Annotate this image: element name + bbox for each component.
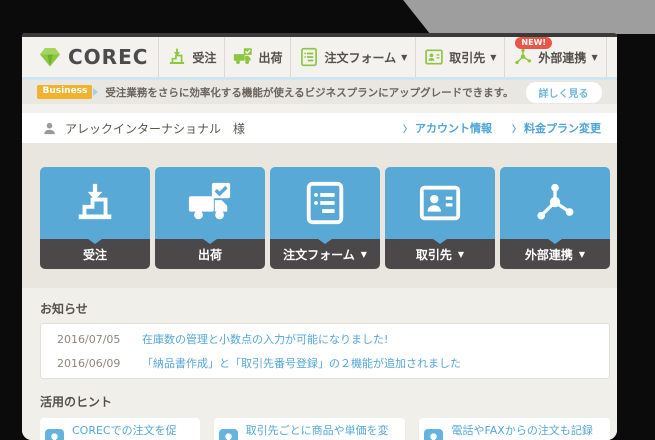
plan-change-label: 料金プラン変更 bbox=[524, 122, 601, 135]
chevron-down-icon: ▼ bbox=[591, 52, 598, 62]
news-date: 2016/07/05 bbox=[57, 332, 121, 346]
tile-shipping-top bbox=[155, 167, 265, 239]
main-content: 受注 出荷 注文フォーム ▼ 取引先 ▼ 外部連携 ▼ お知らせ 2016/07… bbox=[22, 143, 617, 440]
tile-label: 取引先 bbox=[415, 247, 452, 262]
chevron-down-icon: ▼ bbox=[457, 249, 465, 259]
contact-card-icon bbox=[424, 47, 444, 67]
logo-text: COREC bbox=[68, 45, 149, 69]
corec-gem-icon bbox=[38, 45, 62, 69]
order-form-icon bbox=[302, 180, 348, 226]
hint-card-phone-fax-orders[interactable]: 電話やFAXからの注文も記録したい bbox=[419, 418, 610, 440]
news-link[interactable]: 在庫数の管理と小数点の入力が可能になりました! bbox=[142, 331, 388, 347]
top-navigation-bar: COREC 受注 出荷 注文フォーム ▼ 取引先 ▼ NEW! 外部連携 ▼ bbox=[22, 37, 617, 80]
tile-partners[interactable]: 取引先 ▼ bbox=[385, 167, 495, 269]
tile-partners-top bbox=[385, 167, 495, 239]
chevron-down-icon: ▼ bbox=[490, 52, 497, 62]
divider-strip bbox=[22, 104, 617, 113]
tile-external-integration-top bbox=[500, 167, 610, 239]
feature-tiles: 受注 出荷 注文フォーム ▼ 取引先 ▼ 外部連携 ▼ bbox=[22, 143, 617, 269]
hint-card-promote-orders[interactable]: CORECでの注文を促したい bbox=[40, 418, 200, 440]
app-window: COREC 受注 出荷 注文フォーム ▼ 取引先 ▼ NEW! 外部連携 ▼ B… bbox=[22, 33, 617, 440]
news-box: 2016/07/05 在庫数の管理と小数点の入力が可能になりました! 2016/… bbox=[40, 323, 610, 379]
tile-orders-label-bar: 受注 bbox=[40, 239, 150, 269]
news-date: 2016/06/09 bbox=[57, 356, 121, 370]
hint-label: 電話やFAXからの注文も記録したい bbox=[451, 424, 593, 437]
lightbulb-icon bbox=[424, 428, 444, 440]
news-section-title: お知らせ bbox=[40, 302, 88, 316]
account-person-icon bbox=[42, 121, 57, 136]
lower-section: お知らせ 2016/07/05 在庫数の管理と小数点の入力が可能になりました! … bbox=[22, 288, 617, 440]
nav-label: 注文フォーム bbox=[324, 50, 397, 65]
nav-item-orders[interactable]: 受注 bbox=[158, 37, 224, 77]
news-link[interactable]: 「納品書作成」と「取引先番号登録」の２機能が追加されました bbox=[142, 355, 461, 371]
account-info-link[interactable]: 〉 アカウント情報 bbox=[403, 120, 492, 136]
news-row: 2016/07/05 在庫数の管理と小数点の入力が可能になりました! bbox=[41, 327, 609, 351]
tile-order-form-label-bar: 注文フォーム ▼ bbox=[270, 239, 380, 269]
corec-logo[interactable]: COREC bbox=[22, 37, 158, 77]
nav-item-partners[interactable]: 取引先 ▼ bbox=[415, 37, 504, 77]
truck-icon bbox=[233, 47, 253, 67]
tile-order-form-top bbox=[270, 167, 380, 239]
hint-label: CORECでの注文を促したい bbox=[72, 424, 177, 437]
network-icon bbox=[532, 180, 578, 226]
main-nav: 受注 出荷 注文フォーム ▼ 取引先 ▼ NEW! 外部連携 ▼ bbox=[158, 37, 617, 77]
hint-card-partner-pricing[interactable]: 取引先ごとに商品や単価を変えたい bbox=[213, 418, 406, 440]
account-info-label: アカウント情報 bbox=[414, 122, 492, 135]
tile-label: 受注 bbox=[82, 247, 107, 262]
nav-item-external-integration[interactable]: NEW! 外部連携 ▼ bbox=[504, 37, 605, 77]
tile-orders[interactable]: 受注 bbox=[40, 167, 150, 269]
upgrade-banner: Business 受注業務をさらに効率化する機能が使えるビジネスプランにアップグ… bbox=[22, 80, 617, 104]
news-row: 2016/06/09 「納品書作成」と「取引先番号登録」の２機能が追加されました bbox=[41, 351, 609, 375]
account-links: 〉 アカウント情報 〉 料金プラン変更 bbox=[383, 120, 601, 136]
lightbulb-icon bbox=[45, 428, 64, 440]
chevron-down-icon: ▼ bbox=[401, 52, 408, 62]
nav-label: 受注 bbox=[192, 50, 217, 65]
account-name: アレックインターナショナル 様 bbox=[65, 121, 246, 136]
hints-row: CORECでの注文を促したい 取引先ごとに商品や単価を変えたい 電話やFAXから… bbox=[40, 418, 610, 440]
tile-external-integration[interactable]: 外部連携 ▼ bbox=[500, 167, 610, 269]
see-details-button[interactable]: 詳しく見る bbox=[525, 81, 602, 103]
chevron-right-icon: 〉 bbox=[402, 124, 412, 135]
tile-label: 外部連携 bbox=[524, 247, 573, 262]
badge-arrow-icon bbox=[93, 88, 99, 96]
tile-external-integration-label-bar: 外部連携 ▼ bbox=[500, 239, 610, 269]
chevron-down-icon: ▼ bbox=[578, 249, 586, 259]
contact-card-icon bbox=[417, 180, 463, 226]
tile-shipping-label-bar: 出荷 bbox=[155, 239, 265, 269]
tile-order-form[interactable]: 注文フォーム ▼ bbox=[270, 167, 380, 269]
upgrade-message: 受注業務をさらに効率化する機能が使えるビジネスプランにアップグレードできます。 bbox=[105, 86, 514, 99]
inbox-icon bbox=[72, 180, 118, 226]
nav-item-shipping[interactable]: 出荷 bbox=[224, 37, 290, 77]
inbox-icon bbox=[167, 47, 187, 67]
user-menu[interactable]: ▼ bbox=[605, 37, 617, 77]
tile-label: 注文フォーム bbox=[283, 247, 355, 262]
truck-icon bbox=[187, 180, 233, 226]
background-page-curl bbox=[403, 0, 655, 34]
lightbulb-icon bbox=[218, 428, 238, 440]
tile-label: 出荷 bbox=[197, 247, 222, 262]
order-form-icon bbox=[299, 47, 319, 67]
tile-shipping[interactable]: 出荷 bbox=[155, 167, 265, 269]
chevron-right-icon: 〉 bbox=[511, 124, 521, 135]
account-row: アレックインターナショナル 様 〉 アカウント情報 〉 料金プラン変更 bbox=[22, 113, 617, 143]
plan-change-link[interactable]: 〉 料金プラン変更 bbox=[512, 120, 601, 136]
tile-partners-label-bar: 取引先 ▼ bbox=[385, 239, 495, 269]
hints-section-title: 活用のヒント bbox=[40, 395, 113, 409]
chevron-down-icon: ▼ bbox=[360, 249, 367, 259]
nav-label: 取引先 bbox=[449, 50, 486, 65]
business-plan-badge: Business bbox=[37, 85, 93, 99]
hint-label: 取引先ごとに商品や単価を変えたい bbox=[245, 424, 389, 437]
nav-item-order-form[interactable]: 注文フォーム ▼ bbox=[290, 37, 415, 77]
new-badge: NEW! bbox=[515, 37, 553, 49]
nav-label: 外部連携 bbox=[538, 50, 587, 65]
nav-label: 出荷 bbox=[258, 50, 283, 65]
tile-orders-top bbox=[40, 167, 150, 239]
network-icon bbox=[513, 47, 533, 67]
